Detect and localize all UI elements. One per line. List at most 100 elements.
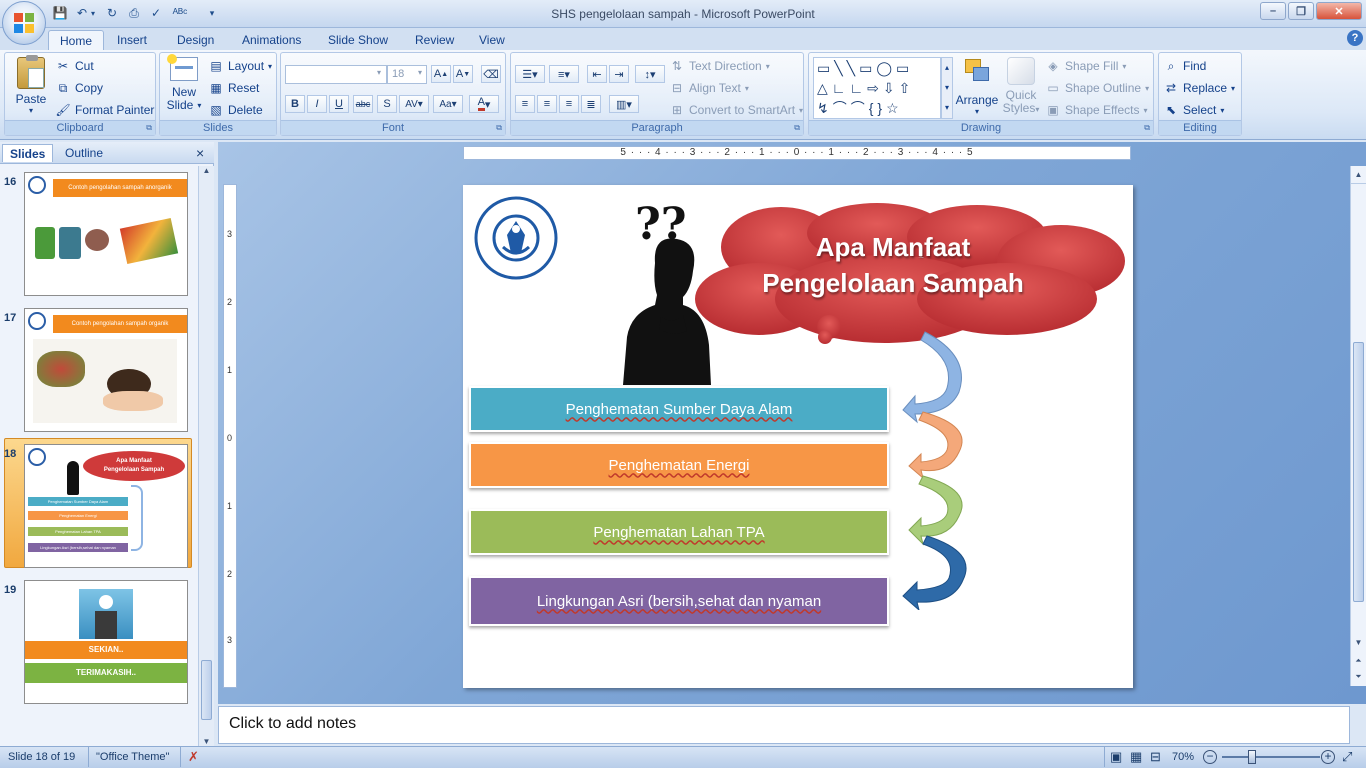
panel-close-icon[interactable]: ×	[196, 145, 204, 161]
align-left-icon[interactable]: ≡	[515, 95, 535, 113]
print-preview-icon[interactable]: ⎙	[126, 5, 142, 21]
new-slide-button[interactable]: New Slide ▾	[164, 54, 204, 119]
tab-animations[interactable]: Animations	[231, 30, 312, 50]
zoom-out-icon[interactable]: −	[1203, 750, 1217, 764]
scroll-thumb[interactable]	[1353, 342, 1364, 602]
strikethrough-icon[interactable]: abc	[353, 95, 373, 113]
tab-review[interactable]: Review	[404, 30, 465, 50]
zoom-in-icon[interactable]: +	[1321, 750, 1335, 764]
numbering-icon[interactable]: ≡▾	[549, 65, 579, 83]
slide-canvas[interactable]: ?? Apa Manfaat Pengelolaan Sampah Penghe…	[463, 185, 1133, 688]
normal-view-icon[interactable]: ▣	[1110, 749, 1122, 765]
previous-slide-icon[interactable]: ⏶	[1351, 656, 1366, 666]
tab-home[interactable]: Home	[48, 30, 105, 50]
slide-thumbnail-17[interactable]: Contoh pengolahan sampah organik	[24, 308, 188, 432]
select-button[interactable]: ⬉ Select ▾	[1163, 102, 1224, 118]
cut-button[interactable]: ✂ Cut	[55, 58, 94, 74]
benefit-bar-1[interactable]: Penghematan Sumber Daya Alam	[469, 386, 889, 432]
panel-scroll-thumb[interactable]	[201, 660, 212, 720]
arrange-button[interactable]: Arrange ▾	[955, 57, 999, 119]
customize-qat-icon[interactable]: ▾	[204, 5, 220, 21]
restore-button[interactable]: ❐	[1288, 2, 1314, 20]
font-size-dropdown-icon[interactable]: ▾	[418, 68, 422, 77]
line-spacing-icon[interactable]: ↕▾	[635, 65, 665, 83]
tab-slides[interactable]: Slides	[2, 144, 54, 162]
layout-button[interactable]: ▤ Layout ▾	[208, 58, 272, 74]
slide-show-icon[interactable]: ⊟	[1150, 749, 1161, 765]
slide-vertical-scrollbar[interactable]: ▲ ▼ ⏶ ⏷	[1350, 166, 1366, 686]
clear-formatting-icon[interactable]: ⌫	[481, 65, 501, 83]
next-slide-icon[interactable]: ⏷	[1351, 672, 1366, 682]
shrink-font-icon[interactable]: A ▼	[453, 65, 473, 83]
shape-fill-button[interactable]: ◈ Shape Fill ▾	[1045, 58, 1126, 74]
font-launcher-icon[interactable]: ⧉	[496, 123, 502, 133]
scroll-up-icon[interactable]: ▲	[1351, 166, 1366, 184]
paragraph-launcher-icon[interactable]: ⧉	[794, 123, 800, 133]
clipboard-launcher-icon[interactable]: ⧉	[146, 123, 152, 133]
office-button[interactable]	[2, 1, 46, 45]
delete-button[interactable]: ▧ Delete	[208, 102, 262, 118]
bullets-icon[interactable]: ☰▾	[515, 65, 545, 83]
panel-scroll-down-icon[interactable]: ▼	[199, 737, 214, 746]
tab-outline[interactable]: Outline	[58, 144, 110, 162]
zoom-level[interactable]: 70%	[1172, 751, 1194, 763]
paste-button[interactable]: Paste ▾	[13, 55, 49, 117]
font-name-dropdown-icon[interactable]: ▾	[377, 68, 381, 77]
copy-button[interactable]: ⧉ Copy	[55, 80, 103, 96]
decrease-indent-icon[interactable]: ⇤	[587, 65, 607, 83]
help-icon[interactable]: ?	[1347, 30, 1363, 46]
shapes-gallery[interactable]: ▭╲╲▭◯▭ △∟∟⇨⇩⇧ ↯⌒⌒{}☆	[813, 57, 941, 119]
minimize-button[interactable]: –	[1260, 2, 1286, 20]
font-color-icon[interactable]: A ▾	[469, 95, 499, 113]
align-right-icon[interactable]: ≡	[559, 95, 579, 113]
shape-outline-button[interactable]: ▭ Shape Outline ▾	[1045, 80, 1149, 96]
align-center-icon[interactable]: ≡	[537, 95, 557, 113]
replace-button[interactable]: ⇄ Replace ▾	[1163, 80, 1235, 96]
panel-scroll-up-icon[interactable]: ▲	[199, 166, 214, 175]
shapes-gallery-scroll[interactable]: ▴ ▾ ▾	[941, 57, 953, 119]
find-button[interactable]: ⌕ Find	[1163, 58, 1207, 74]
shape-effects-button[interactable]: ▣ Shape Effects ▾	[1045, 102, 1147, 118]
tab-design[interactable]: Design	[166, 30, 225, 50]
change-case-icon[interactable]: Aa▾	[433, 95, 463, 113]
spelling-icon[interactable]: ✓	[148, 5, 164, 21]
tab-view[interactable]: View	[468, 30, 516, 50]
close-button[interactable]: ✕	[1316, 2, 1362, 20]
save-icon[interactable]: 💾	[52, 5, 68, 21]
quick-styles-button[interactable]: Quick Styles▾	[1001, 57, 1041, 119]
zoom-slider-handle[interactable]	[1248, 750, 1256, 764]
justify-icon[interactable]: ≣	[581, 95, 601, 113]
underline-icon[interactable]: U	[329, 95, 349, 113]
zoom-slider-track[interactable]	[1222, 756, 1320, 758]
reset-button[interactable]: ▦ Reset	[208, 80, 259, 96]
slide-thumbnail-19[interactable]: SEKIAN.. TERIMAKASIH..	[24, 580, 188, 704]
notes-pane[interactable]: Click to add notes	[218, 706, 1350, 744]
spell-check-status-icon[interactable]: ✗	[188, 749, 199, 765]
format-painter-button[interactable]: 🖌 Format Painter	[55, 102, 154, 118]
text-shadow-icon[interactable]: S	[377, 95, 397, 113]
panel-scrollbar[interactable]: ▲ ▼	[198, 166, 214, 746]
benefit-bar-4[interactable]: Lingkungan Asri (bersih,sehat dan nyaman	[469, 576, 889, 626]
text-direction-button[interactable]: ⇅ Text Direction ▾	[669, 58, 770, 74]
character-spacing-icon[interactable]: AV▾	[399, 95, 429, 113]
benefit-bar-2[interactable]: Penghematan Energi	[469, 442, 889, 488]
slide-thumbnail-18[interactable]: Apa Manfaat Pengelolaan Sampah Penghemat…	[24, 444, 188, 568]
drawing-launcher-icon[interactable]: ⧉	[1144, 123, 1150, 133]
benefit-bar-3[interactable]: Penghematan Lahan TPA	[469, 509, 889, 555]
tab-insert[interactable]: Insert	[106, 30, 158, 50]
grow-font-icon[interactable]: A ▲	[431, 65, 451, 83]
redo-icon[interactable]: ↻	[104, 5, 120, 21]
slide-thumbnail-16[interactable]: Contoh pengolahan sampah anorganik	[24, 172, 188, 296]
bold-icon[interactable]: B	[285, 95, 305, 113]
columns-icon[interactable]: ▥▾	[609, 95, 639, 113]
italic-icon[interactable]: I	[307, 95, 327, 113]
fit-to-window-icon[interactable]: ⤢	[1342, 749, 1352, 765]
convert-smartart-button[interactable]: ⊞ Convert to SmartArt ▾	[669, 102, 803, 118]
undo-dropdown-icon[interactable]: ▾	[88, 5, 98, 21]
align-text-button[interactable]: ⊟ Align Text ▾	[669, 80, 749, 96]
slide-sorter-icon[interactable]: ▦	[1130, 749, 1142, 765]
scroll-down-icon[interactable]: ▼	[1351, 638, 1366, 647]
font-name-combo[interactable]	[285, 65, 387, 84]
increase-indent-icon[interactable]: ⇥	[609, 65, 629, 83]
spelling-check-icon[interactable]: ᴬᴮᶜ	[172, 5, 188, 21]
